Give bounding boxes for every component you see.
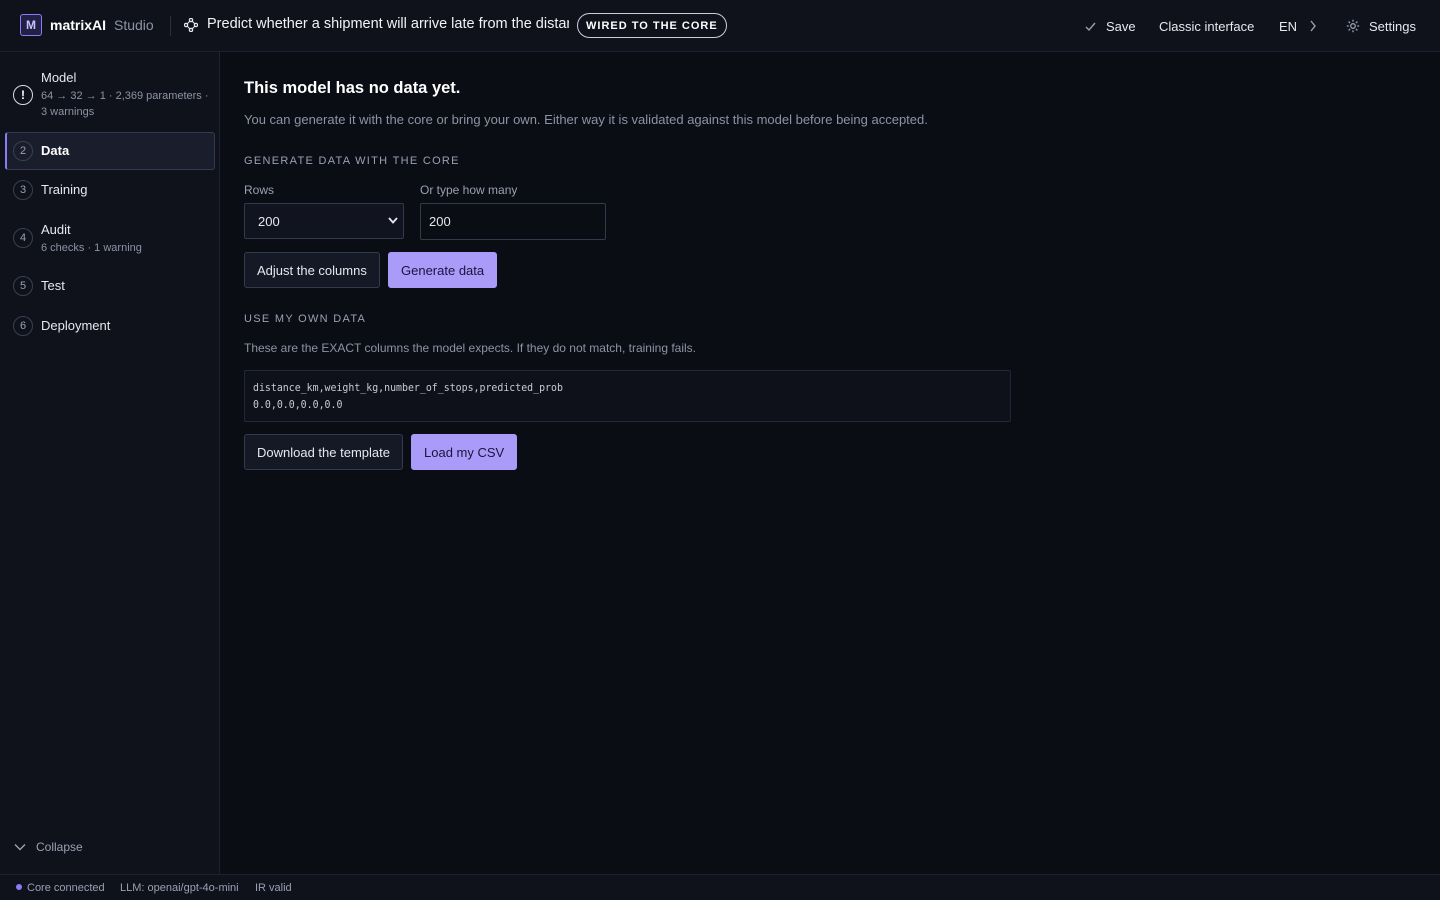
status-dot-icon xyxy=(16,884,22,890)
core-status-badge: WIRED TO THE CORE xyxy=(577,13,727,38)
sidebar-item-label: Audit xyxy=(41,222,71,237)
settings-button[interactable]: Settings xyxy=(1346,0,1416,52)
status-bar: Core connected LLM: openai/gpt-4o-mini I… xyxy=(0,874,1440,900)
sidebar-item-audit[interactable]: 4 Audit 6 checks · 1 warning xyxy=(5,212,215,260)
sidebar-item-sub: 64 → 32 → 1 · 2,369 parameters · 3 warni… xyxy=(41,90,209,118)
sidebar-item-deployment[interactable]: 6 Deployment xyxy=(5,308,215,344)
step-number: 2 xyxy=(13,141,33,161)
brand-subtitle: Studio xyxy=(114,17,154,33)
page-title: This model has no data yet. xyxy=(244,79,461,97)
step-number: 4 xyxy=(13,228,33,248)
sidebar-item-label: Model xyxy=(41,70,77,85)
csv-sample-row: 0.0,0.0,0.0,0.0 xyxy=(253,398,343,411)
save-button[interactable]: Save xyxy=(1084,0,1136,52)
sidebar-item-model[interactable]: ! Model 64 → 32 → 1 · 2,369 parameters ·… xyxy=(5,64,215,124)
sidebar-item-data[interactable]: 2 Data xyxy=(5,132,215,170)
sidebar-item-label: Data xyxy=(41,143,70,158)
rows-count-input[interactable]: 200 xyxy=(420,203,606,240)
logo-icon: M xyxy=(20,14,42,36)
brand-name: matrixAI xyxy=(50,17,107,33)
sidebar-item-label: Deployment xyxy=(41,318,111,333)
csv-header-line: distance_km,weight_kg,number_of_stops,pr… xyxy=(253,381,563,394)
download-template-button[interactable]: Download the template xyxy=(244,434,403,470)
sidebar-item-sub: 6 checks · 1 warning xyxy=(41,242,142,254)
chevron-right-icon[interactable] xyxy=(1309,0,1317,52)
sidebar-item-test[interactable]: 5 Test xyxy=(5,268,215,304)
model-title[interactable]: Predict whether a shipment will arrive l… xyxy=(207,16,569,32)
rows-count-value: 200 xyxy=(429,214,451,229)
step-number: 6 xyxy=(13,316,33,336)
chevron-down-icon xyxy=(14,844,26,851)
collapse-button[interactable]: Collapse xyxy=(14,840,83,854)
step-number: 5 xyxy=(13,276,33,296)
header-divider xyxy=(170,16,171,36)
classic-interface-link[interactable]: Classic interface xyxy=(1159,0,1254,52)
collapse-label: Collapse xyxy=(36,840,83,854)
sidebar-item-label: Test xyxy=(41,278,65,293)
rows-select-value: 200 xyxy=(258,213,280,229)
core-status-text: Core connected xyxy=(27,882,105,894)
network-icon xyxy=(184,18,198,32)
custom-rows-label: Or type how many xyxy=(420,183,518,197)
check-icon xyxy=(1085,22,1096,31)
adjust-columns-button[interactable]: Adjust the columns xyxy=(244,252,380,288)
warning-icon: ! xyxy=(13,85,33,105)
generate-section-label: GENERATE DATA WITH THE CORE xyxy=(244,155,460,167)
csv-columns-preview[interactable]: distance_km,weight_kg,number_of_stops,pr… xyxy=(244,370,1011,422)
gear-icon xyxy=(1346,19,1360,33)
step-number: 3 xyxy=(13,180,33,200)
own-data-description: These are the EXACT columns the model ex… xyxy=(244,341,697,355)
llm-status: LLM: openai/gpt-4o-mini xyxy=(120,882,239,894)
rows-select[interactable]: 200 xyxy=(244,203,404,239)
generate-data-button[interactable]: Generate data xyxy=(388,252,498,288)
core-status: Core connected xyxy=(16,882,105,894)
sidebar-item-training[interactable]: 3 Training xyxy=(5,172,215,208)
load-csv-button[interactable]: Load my CSV xyxy=(411,434,518,470)
sidebar: ! Model 64 → 32 → 1 · 2,369 parameters ·… xyxy=(0,52,220,874)
rows-label: Rows xyxy=(244,183,275,197)
save-label: Save xyxy=(1106,18,1136,34)
language-toggle[interactable]: EN xyxy=(1279,0,1297,52)
sidebar-item-label: Training xyxy=(41,182,88,197)
chevron-down-icon xyxy=(388,217,398,224)
own-data-section-label: USE MY OWN DATA xyxy=(244,313,367,325)
ir-status: IR valid xyxy=(255,882,292,894)
top-bar: M matrixAI Studio Predict whether a ship… xyxy=(0,0,1440,52)
settings-label: Settings xyxy=(1369,18,1416,34)
intro-text: You can generate it with the core or bri… xyxy=(244,112,928,127)
